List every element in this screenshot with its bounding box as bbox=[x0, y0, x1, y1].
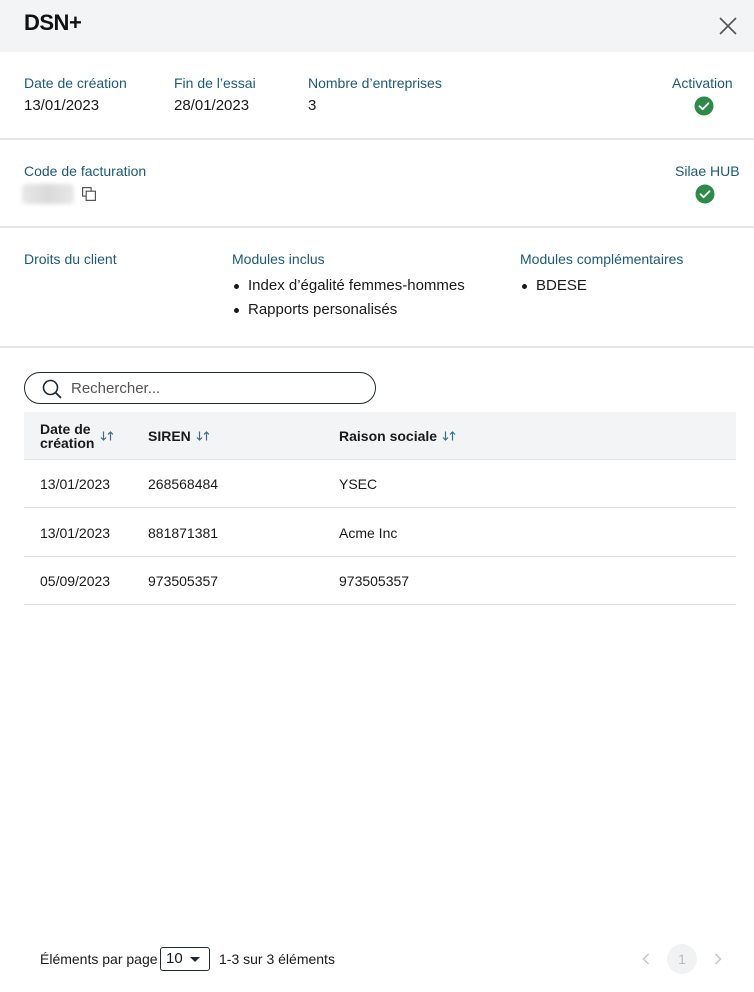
table-header: Date de création SIREN Raison sociale bbox=[24, 412, 736, 460]
activation-label: Activation bbox=[672, 75, 733, 91]
silae-hub-label: Silae HUB bbox=[675, 163, 740, 179]
table-cell-siren: 973505357 bbox=[148, 573, 219, 589]
table-row[interactable]: 05/09/2023 973505357 973505357 bbox=[24, 557, 736, 605]
range-text: 1-3 sur 3 éléments bbox=[219, 951, 335, 967]
table-cell-date: 13/01/2023 bbox=[40, 476, 111, 492]
page-size-value: 10 bbox=[166, 950, 183, 967]
per-page-label: Éléments par page bbox=[40, 951, 158, 967]
company-count-label: Nombre d’entreprises bbox=[308, 75, 442, 91]
extra-modules-label: Modules complémentaires bbox=[520, 251, 684, 267]
search-icon bbox=[42, 379, 62, 399]
column-header-label: Date de bbox=[40, 421, 91, 437]
column-header-creation-date[interactable]: Date de création bbox=[40, 422, 114, 450]
copy-icon[interactable] bbox=[82, 187, 96, 201]
client-rights-label: Droits du client bbox=[24, 251, 117, 267]
table-cell-company: YSEC bbox=[339, 476, 378, 492]
column-header-label: Raison sociale bbox=[339, 428, 438, 444]
divider bbox=[0, 138, 754, 140]
divider bbox=[0, 346, 754, 348]
table-row[interactable]: 13/01/2023 881871381 Acme Inc bbox=[24, 509, 736, 557]
billing-code-label: Code de facturation bbox=[24, 163, 147, 179]
close-icon[interactable] bbox=[716, 14, 740, 38]
page-size-select[interactable]: 10 bbox=[160, 947, 210, 971]
table-cell-company: Acme Inc bbox=[339, 525, 398, 541]
dialog-header: DSN+ bbox=[0, 0, 754, 52]
list-item: Rapports personalisés bbox=[232, 298, 465, 322]
column-header-siren[interactable]: SIREN bbox=[148, 428, 210, 444]
table-cell-siren: 881871381 bbox=[148, 525, 219, 541]
creation-date-label: Date de création bbox=[24, 75, 127, 91]
table-cell-siren: 268568484 bbox=[148, 476, 219, 492]
sort-icon bbox=[196, 431, 210, 441]
activation-check-icon bbox=[694, 96, 714, 116]
column-header-company-name[interactable]: Raison sociale bbox=[339, 428, 456, 444]
included-modules-label: Modules inclus bbox=[232, 251, 325, 267]
search-input[interactable] bbox=[71, 377, 361, 399]
column-header-label: SIREN bbox=[148, 428, 191, 444]
page-number-button[interactable]: 1 bbox=[667, 944, 697, 974]
creation-date-value: 13/01/2023 bbox=[24, 97, 100, 114]
divider bbox=[0, 226, 754, 228]
company-count-value: 3 bbox=[308, 97, 317, 114]
list-item: Index d’égalité femmes-hommes bbox=[232, 274, 465, 298]
column-header-label: création bbox=[40, 435, 95, 451]
chevron-left-icon[interactable] bbox=[638, 951, 654, 967]
table-row[interactable]: 13/01/2023 268568484 YSEC bbox=[24, 460, 736, 508]
extra-modules-list: BDESE bbox=[520, 274, 587, 298]
search-box[interactable] bbox=[24, 372, 376, 404]
chevron-right-icon[interactable] bbox=[710, 951, 726, 967]
table-cell-date: 13/01/2023 bbox=[40, 525, 111, 541]
sort-icon bbox=[101, 431, 114, 441]
table-cell-date: 05/09/2023 bbox=[40, 573, 111, 589]
dialog-title: DSN+ bbox=[24, 10, 82, 35]
trial-end-value: 28/01/2023 bbox=[174, 97, 250, 114]
list-item: BDESE bbox=[520, 274, 587, 298]
billing-code-value-redacted bbox=[22, 184, 74, 204]
table-cell-company: 973505357 bbox=[339, 573, 410, 589]
included-modules-list: Index d’égalité femmes-hommes Rapports p… bbox=[232, 274, 465, 322]
trial-end-label: Fin de l’essai bbox=[174, 75, 256, 91]
caret-down-icon bbox=[190, 957, 200, 962]
silae-hub-check-icon bbox=[695, 184, 715, 204]
sort-icon bbox=[442, 431, 456, 441]
